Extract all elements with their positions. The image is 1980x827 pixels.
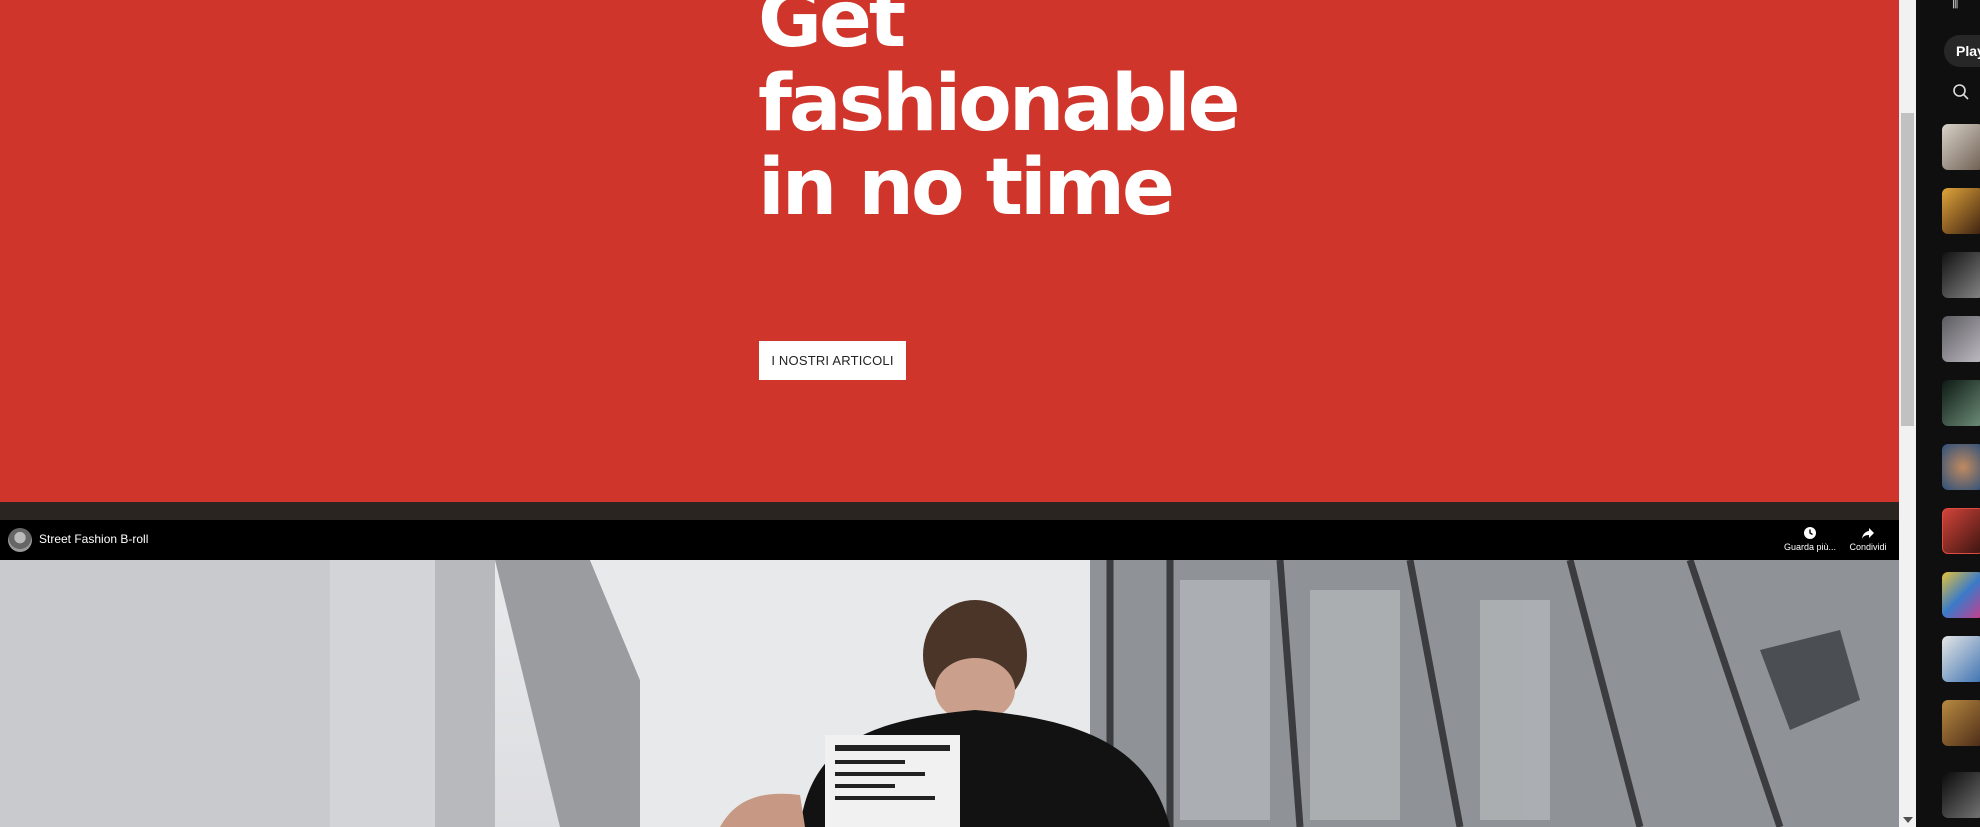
share-button[interactable]: Condividi [1838, 526, 1898, 552]
playlist-thumbnail[interactable] [1942, 772, 1980, 818]
hero-title: Get fashionable in no time [758, 0, 1240, 233]
video-title[interactable]: Street Fashion B-roll [39, 532, 148, 546]
channel-avatar[interactable] [8, 528, 32, 552]
playlist-thumbnail[interactable] [1942, 444, 1980, 490]
library-icon[interactable]: ⫼ [1952, 0, 1958, 11]
play-button[interactable]: Play [1944, 35, 1980, 67]
clock-icon [1804, 527, 1816, 539]
playlist-thumbnail[interactable] [1942, 700, 1980, 746]
watch-later-label: Guarda più... [1783, 542, 1837, 552]
playlist-thumbnail[interactable] [1942, 636, 1980, 682]
right-sidebar: ⫼ Play [1916, 0, 1980, 827]
hero-section: Get fashionable in no time I NOSTRI ARTI… [0, 0, 1899, 502]
playlist-thumbnail[interactable] [1942, 316, 1980, 362]
share-icon [1862, 528, 1874, 539]
playlist-thumbnail[interactable] [1942, 572, 1980, 618]
playlist-thumbnail[interactable] [1942, 188, 1980, 234]
page-scrollbar[interactable] [1899, 0, 1916, 827]
search-icon[interactable] [1952, 83, 1970, 101]
video-header: Street Fashion B-roll Guarda più... Cond… [0, 520, 1899, 560]
share-label: Condividi [1849, 542, 1887, 552]
scroll-down-arrow-icon[interactable] [1903, 817, 1913, 823]
playlist-thumbnail[interactable] [1942, 252, 1980, 298]
video-still-image [0, 560, 1899, 827]
video-frame[interactable] [0, 560, 1899, 827]
playlist-thumbnail[interactable] [1942, 124, 1980, 170]
watch-later-button[interactable]: Guarda più... [1780, 526, 1840, 552]
section-divider [0, 502, 1899, 520]
embedded-video[interactable]: Street Fashion B-roll Guarda più... Cond… [0, 520, 1899, 827]
playlist-thumbnail-active[interactable] [1942, 508, 1980, 554]
main-page: Get fashionable in no time I NOSTRI ARTI… [0, 0, 1899, 827]
our-articles-button[interactable]: I NOSTRI ARTICOLI [759, 341, 906, 380]
playlist-thumbnail[interactable] [1942, 380, 1980, 426]
scrollbar-thumb[interactable] [1901, 113, 1914, 426]
